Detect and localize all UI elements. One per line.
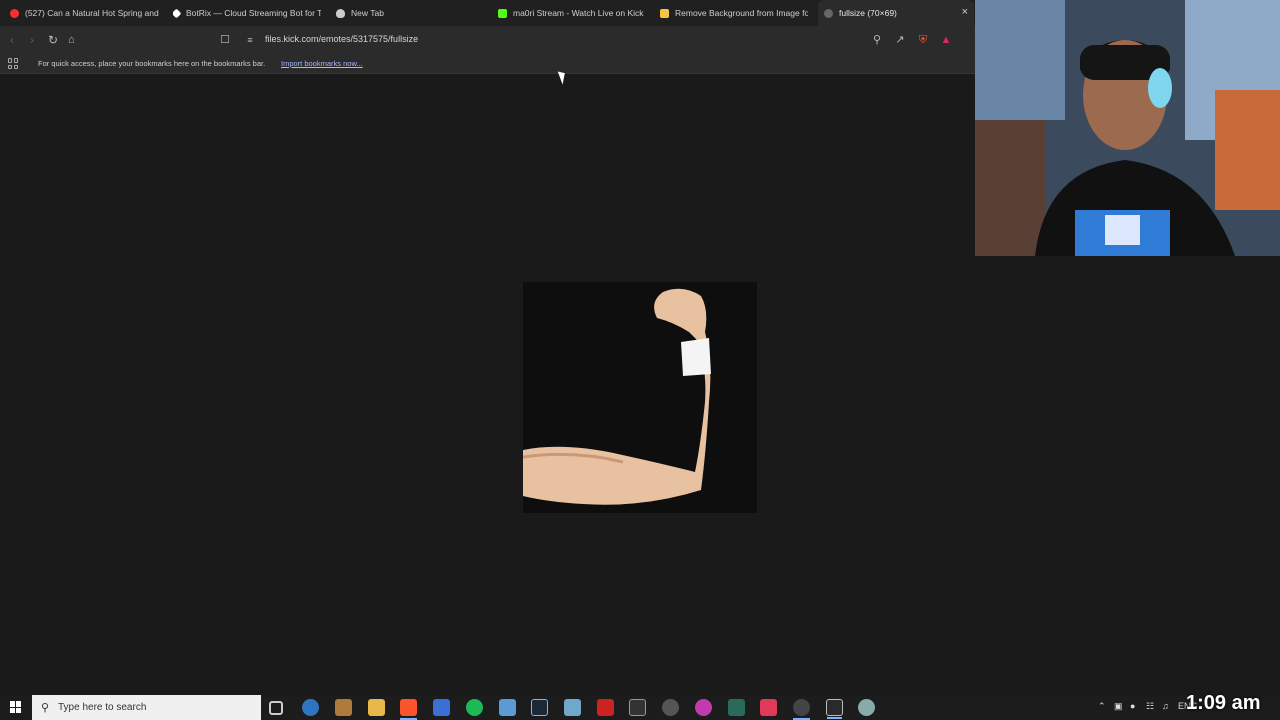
- brave-shields-icon[interactable]: ⛨: [916, 33, 930, 47]
- bookmarks-bar: For quick access, place your bookmarks h…: [0, 54, 975, 74]
- home-button[interactable]: ⌂: [68, 33, 75, 47]
- tab-kick-stream[interactable]: ma0ri Stream - Watch Live on Kick: [498, 0, 648, 26]
- tab-youtube[interactable]: (527) Can a Natural Hot Spring and ...: [10, 0, 160, 26]
- task-view-icon[interactable]: [269, 701, 283, 715]
- zoom-icon[interactable]: ⚲: [870, 33, 884, 47]
- botrix-icon: [173, 8, 182, 18]
- tab-label: fullsize (70×69): [839, 8, 897, 18]
- youtube-icon: [10, 8, 19, 18]
- search-placeholder: Type here to search: [58, 702, 147, 713]
- back-button[interactable]: ‹: [10, 33, 14, 47]
- browser-toolbar: ‹ › ↻ ⌂ ☐ ≡ files.kick.com/emotes/531757…: [0, 26, 975, 54]
- close-tab-icon[interactable]: ×: [962, 6, 968, 18]
- windows-start-icon[interactable]: [10, 701, 22, 713]
- game-app-icon[interactable]: [335, 699, 352, 716]
- page-content-right: [975, 256, 1280, 695]
- brave-rewards-icon[interactable]: ▲: [939, 33, 953, 47]
- flexed-arm-icon: [522, 288, 711, 505]
- tray-mic-icon[interactable]: ●: [1130, 701, 1135, 711]
- webcam-overlay: [975, 0, 1280, 256]
- tab-label: ma0ri Stream - Watch Live on Kick: [513, 8, 644, 18]
- page-content: [0, 75, 975, 695]
- tab-label: Remove Background from Image for...: [675, 8, 808, 18]
- windows-taskbar: ⚲ Type here to search ⌃ ▣ ● ☷ ♫ ENG: [0, 695, 1280, 720]
- remove-bg-icon: [660, 8, 669, 18]
- streamer-webcam-image: [975, 0, 1280, 256]
- map-pin-app-icon[interactable]: [760, 699, 777, 716]
- tray-network-icon[interactable]: ▣: [1114, 701, 1123, 712]
- reload-button[interactable]: ↻: [48, 33, 58, 47]
- forward-button[interactable]: ›: [30, 33, 34, 47]
- steam-icon[interactable]: [531, 699, 548, 716]
- tab-new-tab[interactable]: New Tab: [336, 0, 486, 26]
- file-explorer-icon[interactable]: [368, 699, 385, 716]
- store-icon[interactable]: [433, 699, 450, 716]
- kick-icon: [498, 8, 507, 18]
- import-bookmarks-link[interactable]: Import bookmarks now...: [281, 59, 363, 68]
- taskbar-search[interactable]: ⚲ Type here to search: [32, 695, 261, 720]
- share-icon[interactable]: ↗: [893, 33, 907, 47]
- chat-app-icon[interactable]: [695, 699, 712, 716]
- tray-wifi-icon[interactable]: ☷: [1146, 701, 1154, 712]
- spotify-icon[interactable]: [466, 699, 483, 716]
- tray-volume-icon[interactable]: ♫: [1162, 701, 1169, 711]
- tab-label: New Tab: [351, 8, 384, 18]
- stream-clock-overlay: 1:09 am: [1186, 692, 1261, 714]
- site-info-icon[interactable]: ≡: [243, 33, 257, 47]
- ubisoft-icon[interactable]: [662, 699, 679, 716]
- epic-games-icon[interactable]: [629, 699, 646, 716]
- camera-app-icon[interactable]: [564, 699, 581, 716]
- tray-expand-icon[interactable]: ⌃: [1098, 701, 1106, 712]
- edge-icon[interactable]: [302, 699, 319, 716]
- search-icon: ⚲: [41, 702, 50, 714]
- recording-app-icon[interactable]: [793, 699, 810, 720]
- tab-label: (527) Can a Natural Hot Spring and ...: [25, 8, 160, 18]
- brave-browser-icon[interactable]: [400, 699, 417, 720]
- address-bar[interactable]: files.kick.com/emotes/5317575/fullsize: [265, 34, 418, 44]
- tab-fullsize[interactable]: fullsize (70×69) ×: [818, 0, 974, 26]
- titanfall-icon[interactable]: [597, 699, 614, 716]
- globe-icon: [824, 8, 833, 18]
- emote-image: [522, 282, 757, 513]
- tab-botrix[interactable]: BotRix — Cloud Streaming Bot for T...: [173, 0, 321, 26]
- bookmarks-hint: For quick access, place your bookmarks h…: [38, 59, 266, 68]
- apps-grid-icon[interactable]: [8, 58, 19, 69]
- settings-app-icon[interactable]: [858, 699, 875, 716]
- obs-like-icon[interactable]: [499, 699, 516, 716]
- tab-bar: (527) Can a Natural Hot Spring and ... B…: [0, 0, 975, 26]
- epic-launcher-icon[interactable]: [826, 699, 843, 719]
- bookmark-icon[interactable]: ☐: [218, 33, 232, 47]
- terminal-icon[interactable]: [728, 699, 745, 716]
- tab-label: BotRix — Cloud Streaming Bot for T...: [186, 8, 321, 18]
- brave-shield-icon: [336, 8, 345, 18]
- tab-remove-bg[interactable]: Remove Background from Image for...: [660, 0, 808, 26]
